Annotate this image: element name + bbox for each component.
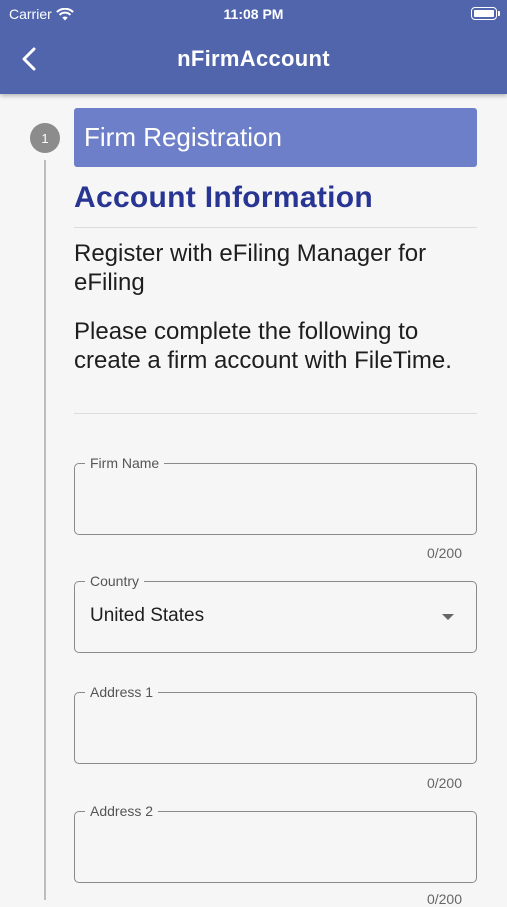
address1-label: Address 1 bbox=[85, 683, 159, 701]
step-header-firm-registration[interactable]: Firm Registration bbox=[74, 108, 477, 167]
instructions-text: Please complete the following to create … bbox=[74, 318, 452, 374]
app-bar: Carrier 11:08 PM nFirmAccount bbox=[0, 0, 507, 94]
stepper-connector-line bbox=[44, 160, 46, 900]
battery-icon bbox=[471, 7, 500, 20]
firm-name-field[interactable]: Firm Name bbox=[74, 454, 477, 535]
step-title: Firm Registration bbox=[84, 122, 282, 152]
intro-divider bbox=[74, 413, 477, 414]
address2-counter: 0/200 bbox=[426, 891, 462, 907]
country-label: Country bbox=[85, 572, 145, 590]
address1-counter: 0/200 bbox=[426, 775, 462, 791]
status-time: 11:08 PM bbox=[223, 6, 284, 22]
section-title: Account Information bbox=[74, 181, 374, 214]
status-bar: Carrier 11:08 PM bbox=[0, 0, 507, 28]
step-number-badge[interactable]: 1 bbox=[30, 123, 60, 153]
dropdown-arrow-icon bbox=[442, 614, 454, 620]
country-value: United States bbox=[90, 605, 205, 626]
section-divider bbox=[74, 227, 477, 228]
firm-name-counter: 0/200 bbox=[426, 545, 462, 561]
country-select[interactable]: Country United States bbox=[74, 572, 477, 653]
address2-field[interactable]: Address 2 bbox=[74, 802, 477, 883]
intro-text: Register with eFiling Manager for eFilin… bbox=[74, 240, 427, 296]
address2-label: Address 2 bbox=[85, 802, 159, 820]
address1-field[interactable]: Address 1 bbox=[74, 683, 477, 764]
firm-name-label: Firm Name bbox=[85, 454, 165, 472]
page-title: nFirmAccount bbox=[177, 46, 330, 71]
